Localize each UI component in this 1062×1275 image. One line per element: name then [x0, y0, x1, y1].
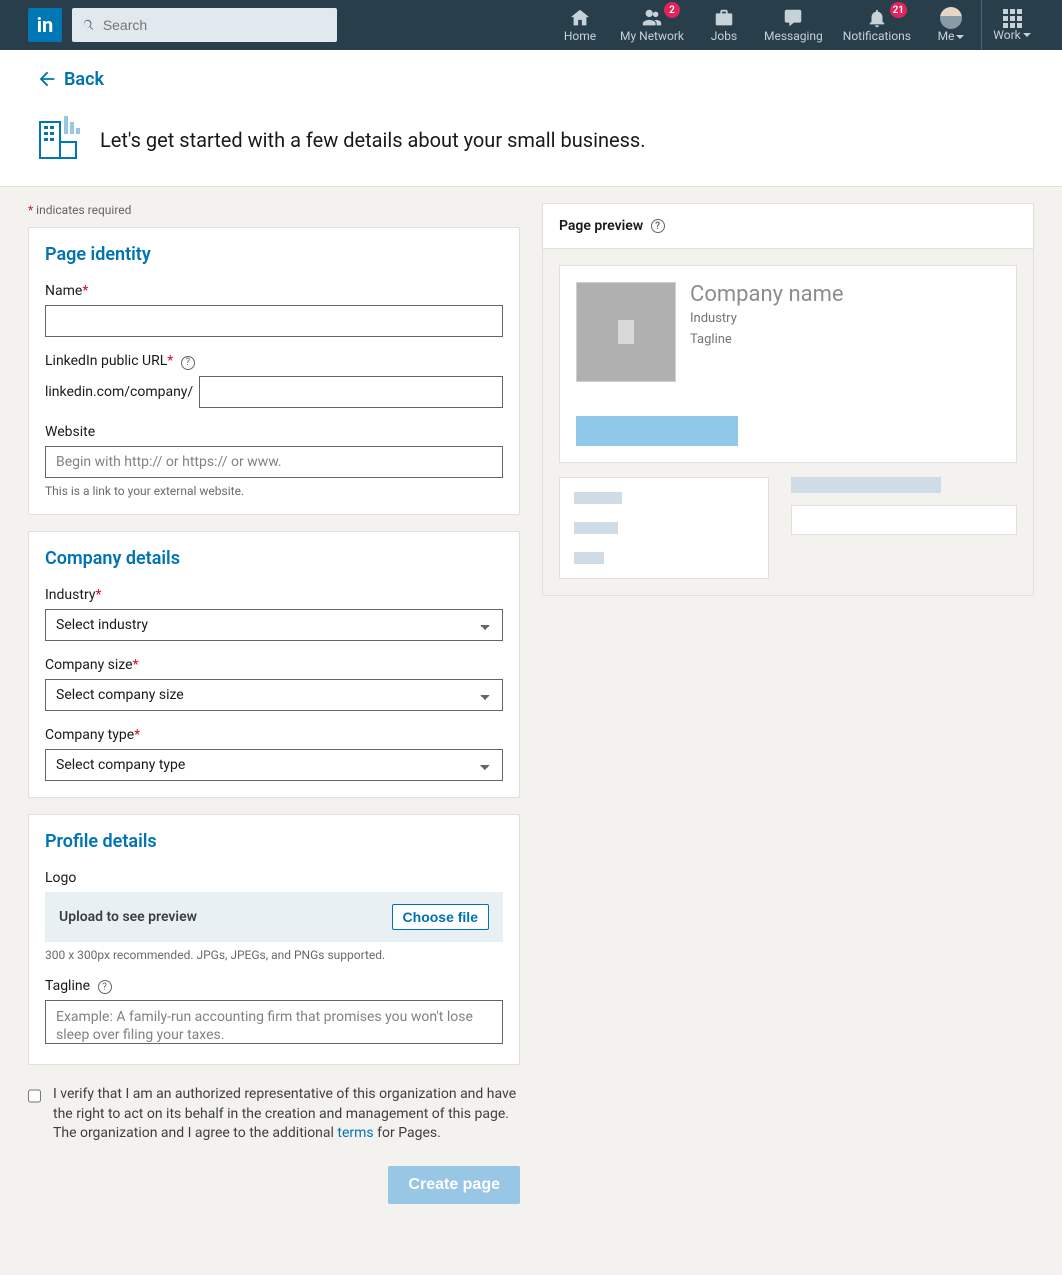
- nav-messaging[interactable]: Messaging: [754, 0, 833, 50]
- page-preview-panel: Page preview ? Company name Industry Tag…: [542, 203, 1034, 596]
- apps-grid-icon: [1003, 9, 1022, 28]
- caret-down-icon: [956, 35, 964, 39]
- preview-tagline: Tagline: [690, 332, 844, 347]
- website-input[interactable]: [45, 446, 503, 478]
- search-input[interactable]: [103, 17, 327, 33]
- create-page-button[interactable]: Create page: [388, 1166, 520, 1204]
- preview-company-name: Company name: [690, 282, 844, 307]
- home-icon: [569, 7, 591, 29]
- logo-upload-row: Upload to see preview Choose file: [45, 892, 503, 942]
- url-prefix: linkedin.com/company/: [45, 384, 193, 400]
- terms-link[interactable]: terms: [337, 1125, 373, 1141]
- notifications-badge: 21: [890, 2, 907, 18]
- page-header: Back Let's get started with a few detail…: [0, 50, 1062, 187]
- avatar: [940, 7, 962, 29]
- global-nav: in Home 2 My Network Jobs Messaging 21 N…: [0, 0, 1062, 50]
- website-hint: This is a link to your external website.: [45, 484, 503, 498]
- caret-down-icon: [1023, 33, 1031, 37]
- jobs-icon: [713, 7, 735, 29]
- size-select[interactable]: Select company size: [45, 679, 503, 711]
- building-icon: [36, 114, 84, 166]
- website-label: Website: [45, 424, 503, 440]
- industry-label: Industry*: [45, 587, 503, 603]
- page-identity-card: Page identity Name* LinkedIn public URL*…: [28, 227, 520, 515]
- card-title: Page identity: [45, 244, 503, 265]
- nav-jobs[interactable]: Jobs: [694, 0, 754, 50]
- page-title: Let's get started with a few details abo…: [100, 128, 646, 152]
- card-title: Company details: [45, 548, 503, 569]
- logo-label: Logo: [45, 870, 503, 886]
- industry-select[interactable]: Select industry: [45, 609, 503, 641]
- network-badge: 2: [664, 2, 680, 18]
- linkedin-logo[interactable]: in: [28, 8, 62, 42]
- url-label: LinkedIn public URL* ?: [45, 353, 503, 370]
- help-icon[interactable]: ?: [651, 219, 665, 233]
- arrow-left-icon: [36, 68, 58, 90]
- logo-hint: 300 x 300px recommended. JPGs, JPEGs, an…: [45, 948, 503, 962]
- nav-work[interactable]: Work: [982, 0, 1042, 50]
- tagline-label: Tagline ?: [45, 978, 503, 995]
- search-box[interactable]: [72, 8, 337, 42]
- verify-checkbox[interactable]: [28, 1087, 41, 1105]
- search-icon: [82, 18, 95, 32]
- back-link[interactable]: Back: [36, 68, 104, 90]
- url-input[interactable]: [199, 376, 503, 408]
- building-placeholder-icon: [610, 316, 642, 348]
- preview-industry: Industry: [690, 311, 844, 326]
- verify-text: I verify that I am an authorized represe…: [53, 1085, 520, 1144]
- messaging-icon: [782, 7, 804, 29]
- preview-skeleton: [559, 477, 1017, 579]
- bell-icon: [866, 7, 888, 29]
- nav-label: Notifications: [843, 29, 911, 43]
- tagline-input[interactable]: [45, 1000, 503, 1044]
- nav-home[interactable]: Home: [550, 0, 610, 50]
- preview-header: Page preview ?: [543, 204, 1033, 249]
- nav-label: Jobs: [711, 29, 737, 43]
- nav-label: Home: [564, 29, 596, 43]
- logo-placeholder: [576, 282, 676, 382]
- nav-label: Messaging: [764, 29, 823, 43]
- network-icon: [641, 7, 663, 29]
- nav-me[interactable]: Me: [921, 0, 981, 50]
- card-title: Profile details: [45, 831, 503, 852]
- nav-label: Work: [993, 28, 1030, 42]
- name-label: Name*: [45, 283, 503, 299]
- preview-button-placeholder: [576, 416, 738, 446]
- nav-label: Me: [938, 29, 965, 43]
- help-icon[interactable]: ?: [98, 980, 112, 994]
- upload-text: Upload to see preview: [59, 909, 197, 925]
- back-label: Back: [64, 69, 104, 90]
- required-note: * indicates required: [28, 203, 520, 217]
- verify-row: I verify that I am an authorized represe…: [28, 1081, 520, 1148]
- nav-network[interactable]: 2 My Network: [610, 0, 694, 50]
- help-icon[interactable]: ?: [181, 356, 195, 370]
- size-label: Company size*: [45, 657, 503, 673]
- type-label: Company type*: [45, 727, 503, 743]
- choose-file-button[interactable]: Choose file: [392, 904, 489, 930]
- nav-label: My Network: [620, 29, 684, 43]
- preview-card: Company name Industry Tagline: [559, 265, 1017, 463]
- name-input[interactable]: [45, 305, 503, 337]
- profile-details-card: Profile details Logo Upload to see previ…: [28, 814, 520, 1066]
- type-select[interactable]: Select company type: [45, 749, 503, 781]
- nav-notifications[interactable]: 21 Notifications: [833, 0, 921, 50]
- company-details-card: Company details Industry* Select industr…: [28, 531, 520, 798]
